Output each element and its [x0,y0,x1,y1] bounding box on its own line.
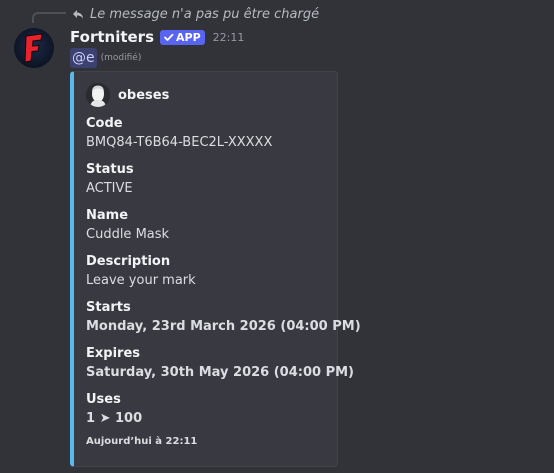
embed-field-description: Description Leave your mark [86,254,196,290]
field-name: Code [86,116,123,131]
author-avatar-icon [86,83,110,107]
embed-field-code: Code BMQ84-T6B64-BEC2L-XXXXX [86,116,272,152]
embed-footer: Aujourd’hui à 22:11 [86,436,198,447]
app-badge-label: APP [176,30,201,44]
embed-field-uses: Uses 1 ➤ 100 [86,392,142,428]
embed-field-expires: Expires Saturday, 30th May 2026 (04:00 P… [86,346,354,382]
field-name: Uses [86,392,121,407]
embed-field-name: Name Cuddle Mask [86,208,169,244]
field-name: Status [86,162,134,177]
embed-field-status: Status ACTIVE [86,162,134,198]
embed-field-starts: Starts Monday, 23rd March 2026 (04:00 PM… [86,300,361,336]
avatar[interactable] [14,28,54,68]
reply-spine [32,12,66,23]
field-name: Description [86,254,171,269]
field-name: Name [86,208,129,223]
app-badge: APP [160,29,205,45]
field-name: Expires [86,346,140,361]
reply-reference[interactable]: Le message n'a pas pu être chargé [72,5,319,23]
edited-indicator: (modifié) [100,53,142,63]
field-value: Monday, 23rd March 2026 (04:00 PM) [86,319,361,334]
message-content: @e (modifié) [70,48,141,68]
fortniters-logo-icon [24,33,43,63]
checkmark-icon [164,33,174,41]
username[interactable]: Fortniters [70,28,154,46]
field-value: Cuddle Mask [86,227,170,242]
embed-author-name[interactable]: obeses [118,88,169,103]
reply-arrow-icon [73,10,83,19]
field-value: Leave your mark [86,273,196,288]
timestamp[interactable]: 22:11 [213,31,245,44]
embed-author: obeses [86,83,169,107]
embed-card: obeses Code BMQ84-T6B64-BEC2L-XXXXX Stat… [70,71,361,467]
reply-text[interactable]: Le message n'a pas pu être chargé [90,7,319,22]
user-mention[interactable]: @e [70,48,97,68]
author-avatar [86,83,110,107]
field-name: Starts [86,300,131,315]
field-value: Saturday, 30th May 2026 (04:00 PM) [86,365,354,380]
field-value: 1 ➤ 100 [86,411,143,426]
field-value: ACTIVE [86,181,133,196]
field-value: BMQ84-T6B64-BEC2L-XXXXX [86,135,273,150]
message-header: Fortniters APP 22:11 [70,27,244,47]
